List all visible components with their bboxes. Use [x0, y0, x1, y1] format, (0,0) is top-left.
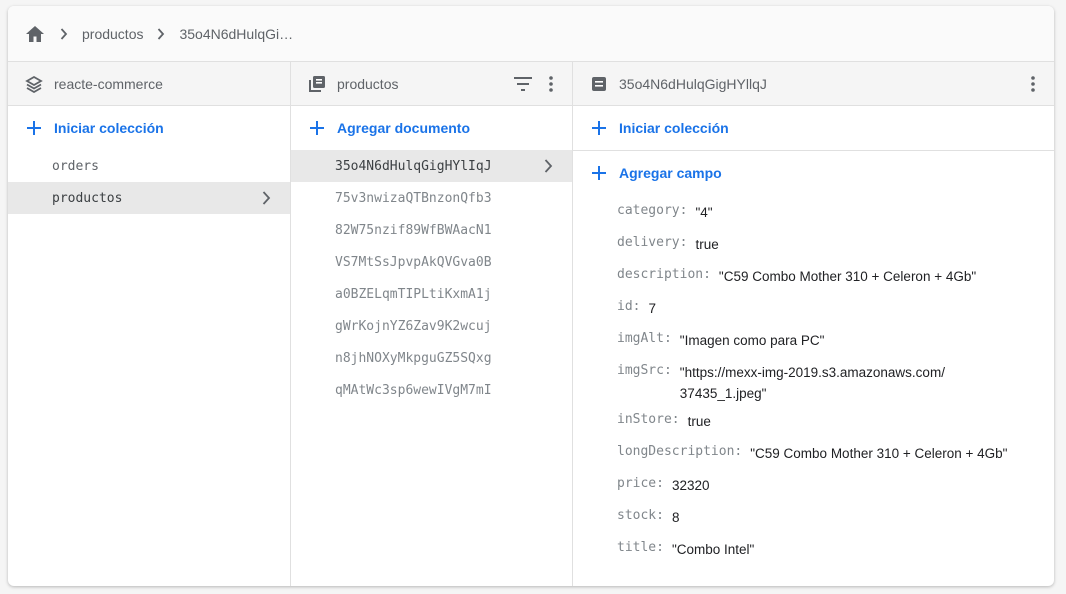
field-value: "C59 Combo Mother 310 + Celeron + 4Gb"	[750, 446, 1008, 461]
document-item[interactable]: VS7MtSsJpvpAkQVGva0B	[291, 246, 572, 278]
plus-icon	[24, 118, 44, 138]
document-id: n8jhNOXyMkpguGZ5SQxg	[335, 350, 492, 366]
add-field-label: Agregar campo	[619, 165, 722, 181]
field-value: "Combo Intel"	[671, 542, 755, 557]
breadcrumb-item-document[interactable]: 35o4N6dHulqGi…	[179, 26, 293, 42]
project-title: reacte-commerce	[54, 75, 163, 92]
plus-icon	[589, 118, 609, 138]
collection-label: orders	[52, 158, 99, 174]
field-value: "https://mexx-img-2019.s3.amazonaws.com/…	[679, 365, 945, 401]
plus-icon	[589, 163, 609, 183]
plus-icon	[307, 118, 327, 138]
more-vert-icon[interactable]	[1022, 73, 1044, 95]
collection-item-orders[interactable]: orders	[8, 150, 290, 182]
field-key: longDescription:	[617, 444, 743, 459]
field-value: "C59 Combo Mother 310 + Celeron + 4Gb"	[718, 269, 977, 284]
breadcrumb-item-productos[interactable]: productos	[82, 26, 143, 42]
document-id: VS7MtSsJpvpAkQVGva0B	[335, 254, 492, 270]
field-row[interactable]: title: "Combo Intel"	[617, 532, 1054, 564]
field-row[interactable]: delivery: true	[617, 227, 1054, 259]
add-document-button[interactable]: Agregar documento	[291, 106, 572, 150]
chevron-right-icon	[538, 156, 558, 176]
field-key: id:	[617, 299, 641, 314]
field-key: delivery:	[617, 235, 688, 250]
start-subcollection-button[interactable]: Iniciar colección	[573, 106, 1054, 151]
start-collection-label: Iniciar colección	[54, 120, 164, 136]
add-field-button[interactable]: Agregar campo	[573, 151, 1054, 195]
document-id: 82W75nzif89WfBWAacN1	[335, 222, 492, 238]
document-title: 35o4N6dHulqGigHYllqJ	[619, 75, 767, 92]
document-item[interactable]: qMAtWc3sp6wewIVgM7mI	[291, 374, 572, 406]
document-item[interactable]: n8jhNOXyMkpguGZ5SQxg	[291, 342, 572, 374]
field-value: "4"	[695, 205, 713, 220]
filter-icon[interactable]	[512, 73, 534, 95]
field-value: 32320	[671, 478, 710, 493]
root-column: reacte-commerce Iniciar colección orders…	[8, 62, 291, 586]
collection-label: productos	[52, 190, 123, 206]
document-item[interactable]: 75v3nwizaQTBnzonQfb3	[291, 182, 572, 214]
field-row[interactable]: imgSrc: "https://mexx-img-2019.s3.amazona…	[617, 355, 1054, 404]
field-key: inStore:	[617, 412, 680, 427]
document-item[interactable]: gWrKojnYZ6Zav9K2wcuj	[291, 310, 572, 342]
document-column-header: 35o4N6dHulqGigHYllqJ	[573, 62, 1054, 106]
more-vert-icon[interactable]	[540, 73, 562, 95]
document-column: 35o4N6dHulqGigHYllqJ Iniciar colección A…	[573, 62, 1054, 586]
field-value: true	[695, 237, 719, 252]
field-list: category: "4" delivery: true description: "…	[573, 195, 1054, 564]
field-row[interactable]: longDescription: "C59 Combo Mother 310 + …	[617, 436, 1054, 468]
field-key: description:	[617, 267, 711, 282]
start-subcollection-label: Iniciar colección	[619, 120, 729, 136]
collection-column-header: productos	[291, 62, 572, 106]
breadcrumb: productos 35o4N6dHulqGi…	[8, 6, 1054, 62]
field-row[interactable]: id: 7	[617, 291, 1054, 323]
document-id: 35o4N6dHulqGigHYlIqJ	[335, 158, 492, 174]
collection-column: productos Agregar documento 35o4N6dHulqG…	[291, 62, 573, 586]
field-row[interactable]: stock: 8	[617, 500, 1054, 532]
add-document-label: Agregar documento	[337, 120, 471, 136]
document-id: 75v3nwizaQTBnzonQfb3	[335, 190, 492, 206]
field-key: imgAlt:	[617, 331, 672, 346]
collection-item-productos[interactable]: productos	[8, 182, 290, 214]
field-key: imgSrc:	[617, 363, 672, 378]
field-value: 8	[671, 510, 680, 525]
document-icon	[589, 74, 609, 94]
field-key: stock:	[617, 508, 664, 523]
field-row[interactable]: category: "4"	[617, 195, 1054, 227]
chevron-right-icon	[256, 188, 276, 208]
start-collection-button[interactable]: Iniciar colección	[8, 106, 290, 150]
field-value: true	[687, 414, 711, 429]
document-item[interactable]: 82W75nzif89WfBWAacN1	[291, 214, 572, 246]
collection-icon	[307, 74, 327, 94]
firestore-panel: productos 35o4N6dHulqGi… reacte-commerce…	[8, 6, 1054, 586]
chevron-right-icon	[54, 24, 74, 44]
home-icon[interactable]	[24, 23, 46, 45]
document-id: qMAtWc3sp6wewIVgM7mI	[335, 382, 492, 398]
field-key: title:	[617, 540, 664, 555]
document-id: a0BZELqmTIPLtiKxmA1j	[335, 286, 492, 302]
chevron-right-icon	[151, 24, 171, 44]
collection-title: productos	[337, 75, 399, 92]
field-row[interactable]: imgAlt: "Imagen como para PC"	[617, 323, 1054, 355]
field-value: 7	[648, 301, 656, 316]
field-value: "Imagen como para PC"	[679, 333, 825, 348]
field-key: category:	[617, 203, 688, 218]
field-row[interactable]: description: "C59 Combo Mother 310 + Cele…	[617, 259, 1054, 291]
field-row[interactable]: price: 32320	[617, 468, 1054, 500]
database-icon	[24, 74, 44, 94]
root-column-header: reacte-commerce	[8, 62, 290, 106]
document-id: gWrKojnYZ6Zav9K2wcuj	[335, 318, 492, 334]
field-row[interactable]: inStore: true	[617, 404, 1054, 436]
document-item[interactable]: 35o4N6dHulqGigHYlIqJ	[291, 150, 572, 182]
field-key: price:	[617, 476, 664, 491]
document-item[interactable]: a0BZELqmTIPLtiKxmA1j	[291, 278, 572, 310]
